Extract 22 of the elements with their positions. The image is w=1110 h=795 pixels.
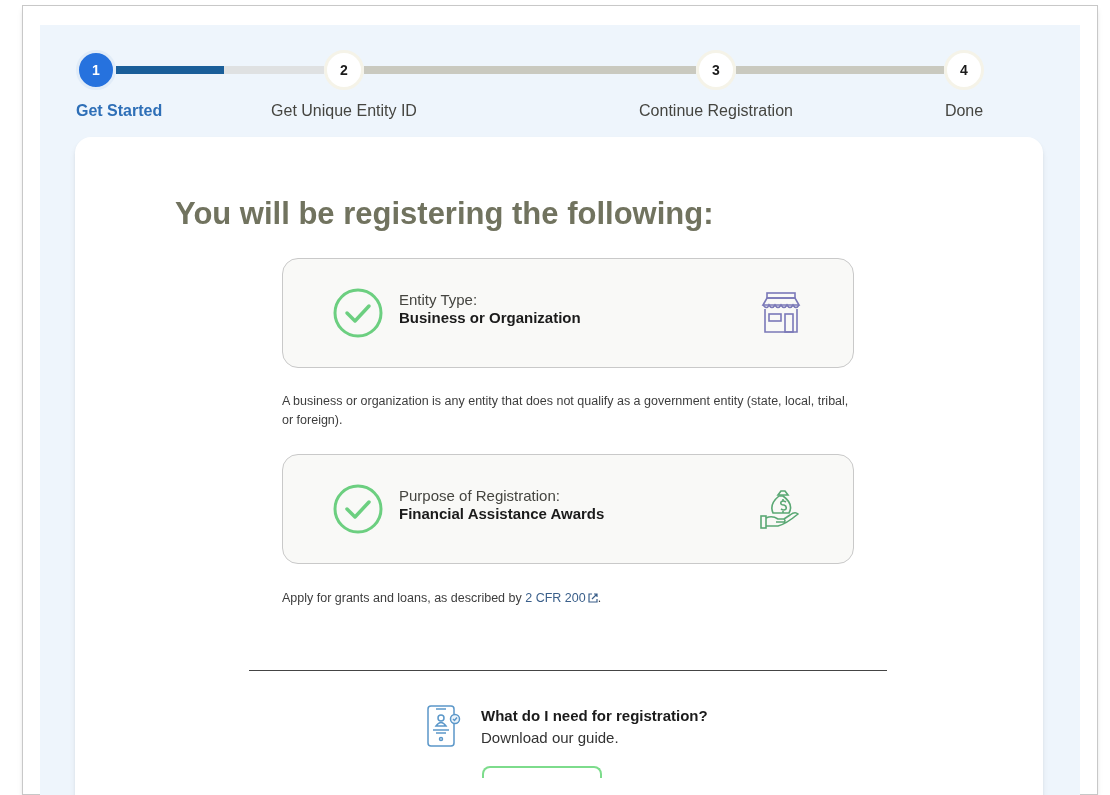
step-number: 4 [944, 50, 984, 90]
guide-title: What do I need for registration? [481, 705, 708, 726]
step-number: 1 [76, 50, 116, 90]
guide-subtitle: Download our guide. [481, 728, 620, 749]
download-button[interactable] [482, 765, 602, 778]
step-label: Continue Registration [639, 101, 793, 121]
selection-description: Apply for grants and loans, as described by 2 CFR 200 . [282, 588, 854, 608]
selection-label: Purpose of Registration: [399, 486, 561, 505]
document-icon [427, 704, 461, 747]
storefront-icon [759, 290, 803, 335]
page-heading: You will be registering the following: [175, 195, 715, 233]
regulation-link[interactable]: 2 CFR 200 [525, 588, 598, 608]
selection-value: Financial Assistance Awards [399, 504, 606, 523]
selection-description: A business or organization is any entity that does not qualify as a government entity (state, local, tribal, or foreign). [282, 392, 850, 429]
step-label: Get Started [76, 101, 163, 121]
external-link-icon [587, 593, 598, 604]
selection-value: Business or Organization [399, 308, 582, 327]
step-label: Done [944, 101, 984, 121]
step-number: 3 [696, 50, 736, 90]
step-label: Get Unique Entity ID [271, 101, 417, 121]
step-number: 2 [324, 50, 364, 90]
selection-label: Entity Type: [399, 290, 479, 309]
